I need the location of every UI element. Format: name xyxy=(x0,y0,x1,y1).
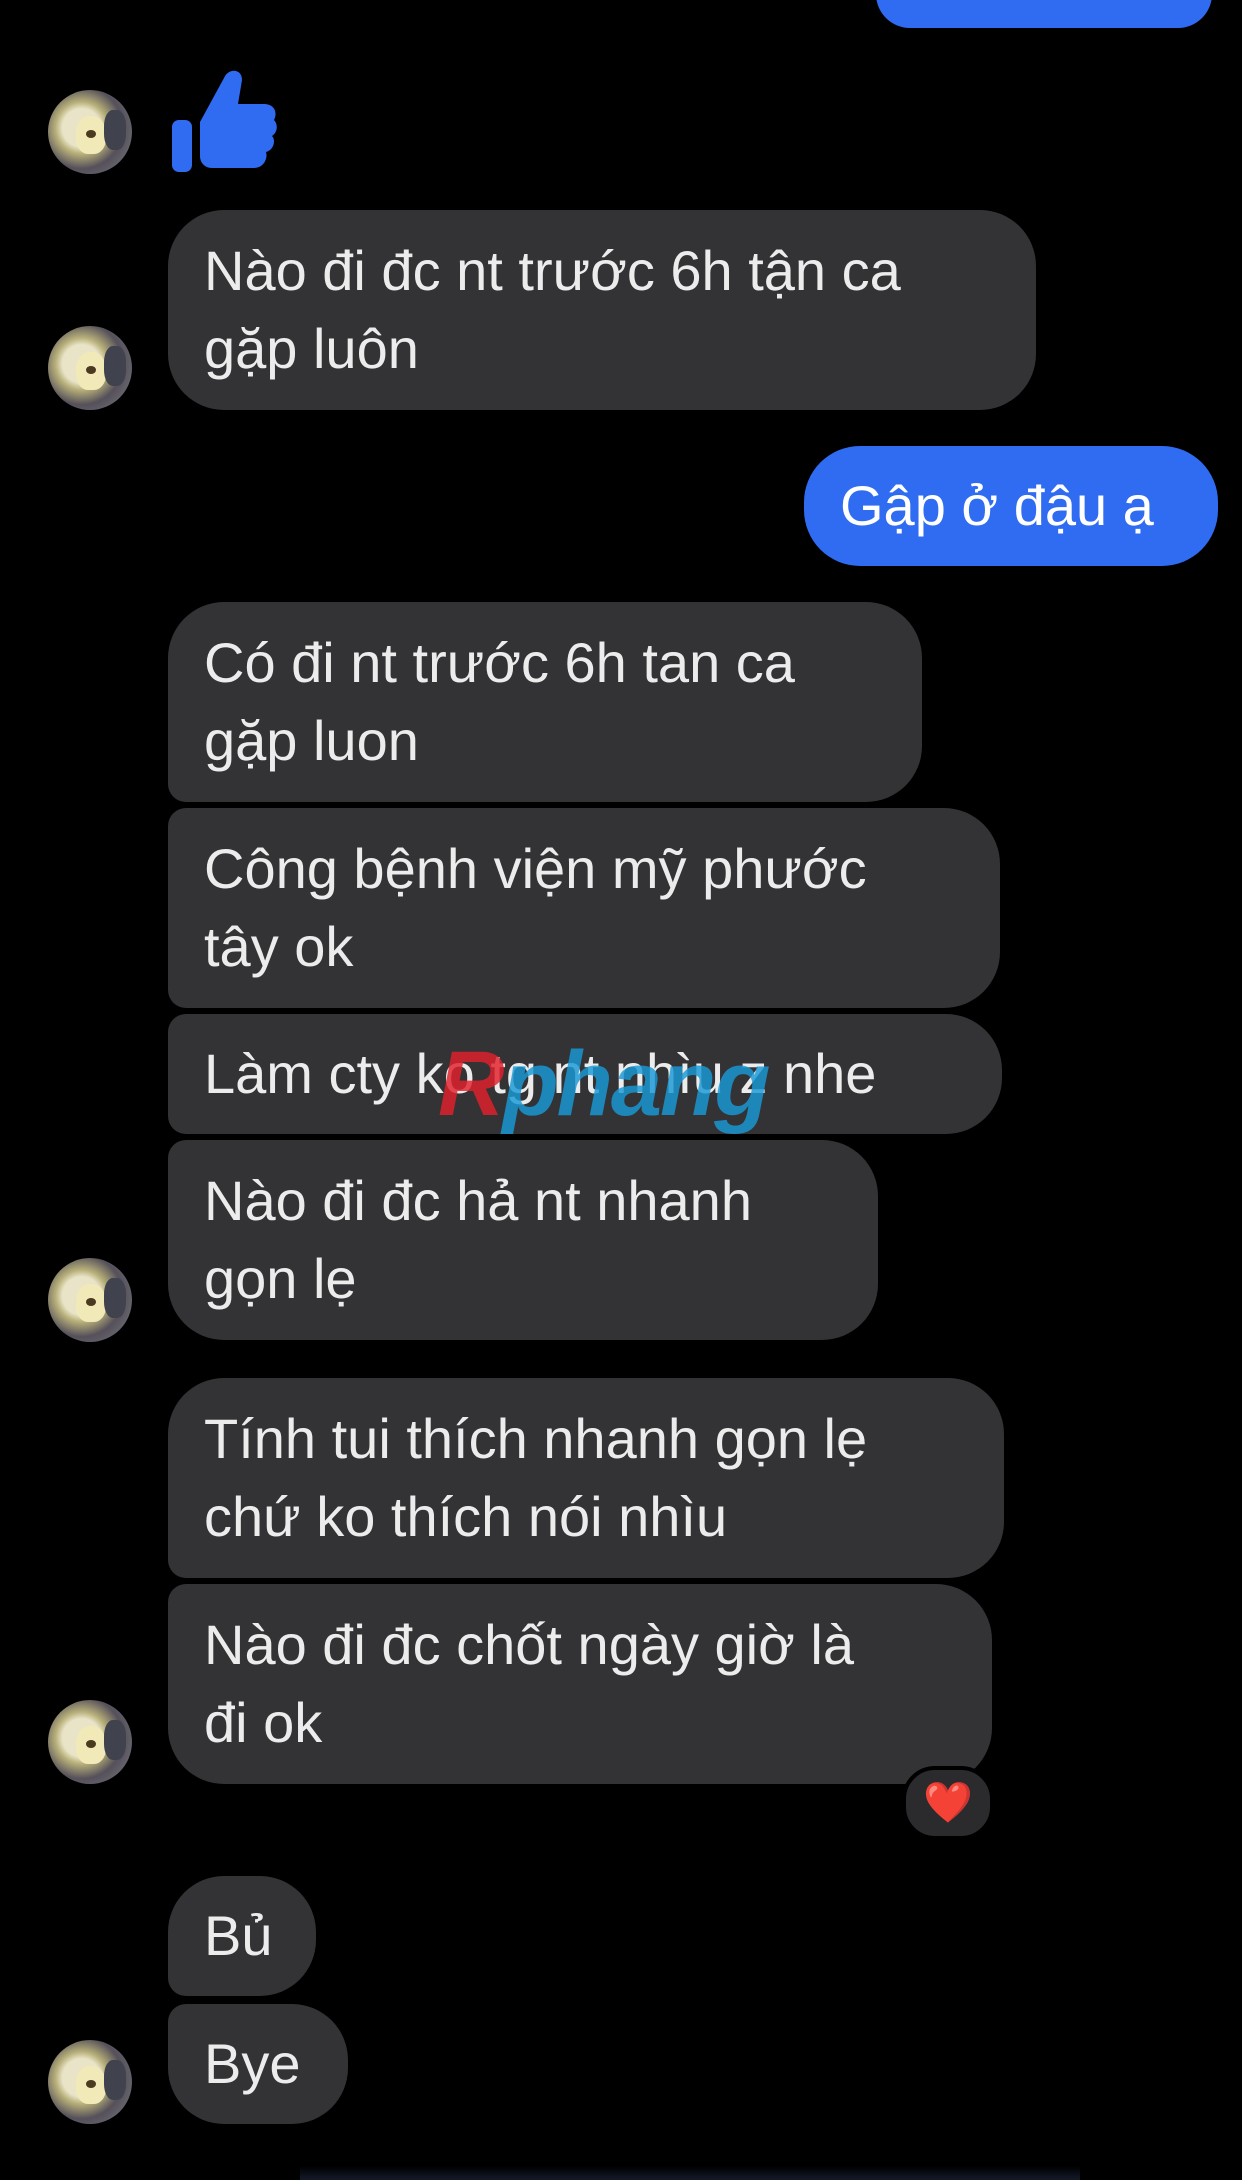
received-message[interactable]: Bye xyxy=(168,2004,348,2124)
reaction-badge[interactable]: ❤️ xyxy=(902,1766,994,1840)
contact-avatar[interactable] xyxy=(48,1700,132,1784)
contact-avatar[interactable] xyxy=(48,90,132,174)
received-message[interactable]: Nào đi đc hả nt nhanh gọn lẹ xyxy=(168,1140,878,1340)
received-message[interactable]: Nào đi đc chốt ngày giờ là đi ok xyxy=(168,1584,992,1784)
heart-icon: ❤️ xyxy=(923,1781,973,1825)
sent-message-partial[interactable] xyxy=(876,0,1212,28)
contact-avatar[interactable] xyxy=(48,326,132,410)
received-message[interactable]: Có đi nt trước 6h tan ca gặp luon xyxy=(168,602,922,802)
received-message[interactable]: Bủ xyxy=(168,1876,316,1996)
received-message[interactable]: Nào đi đc nt trước 6h tận ca gặp luôn xyxy=(168,210,1036,410)
thumbs-up-icon[interactable] xyxy=(168,64,278,176)
contact-avatar[interactable] xyxy=(48,2040,132,2124)
bottom-bar-edge xyxy=(300,2166,1080,2180)
contact-avatar[interactable] xyxy=(48,1258,132,1342)
sent-message[interactable]: Gập ở đậu ạ xyxy=(804,446,1218,566)
received-message[interactable]: Công bệnh viện mỹ phước tây ok xyxy=(168,808,1000,1008)
watermark-logo: Rphang xyxy=(438,1033,770,1135)
received-message[interactable]: Tính tui thích nhanh gọn lẹ chứ ko thích… xyxy=(168,1378,1004,1578)
